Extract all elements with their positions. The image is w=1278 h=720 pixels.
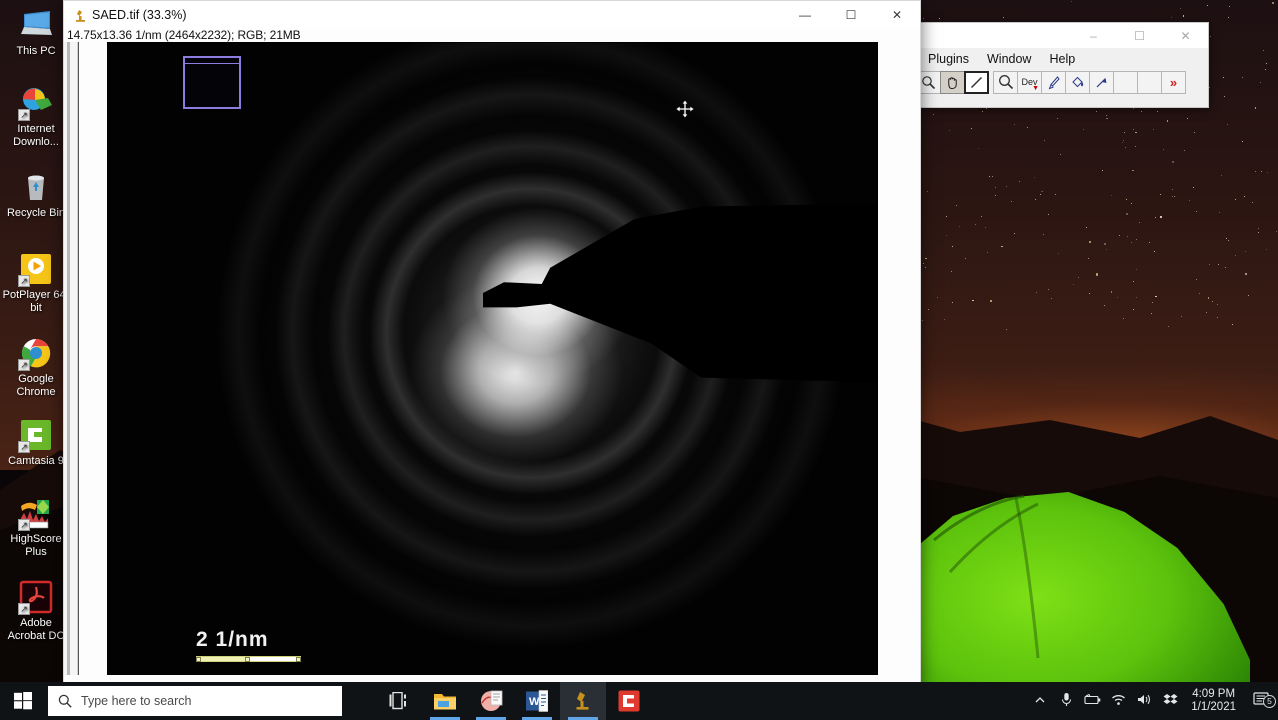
brush-tool[interactable] — [1041, 70, 1066, 94]
desktop-icon-potplayer[interactable]: ↗ PotPlayer 64-bit — [2, 252, 70, 315]
taskbar-highscore-plus-button[interactable] — [468, 682, 514, 720]
shortcut-arrow-icon: ↗ — [18, 359, 30, 371]
clock-time: 4:09 PM — [1192, 688, 1236, 700]
saed-vertical-scrollbar[interactable] — [64, 42, 78, 675]
shortcut-arrow-icon: ↗ — [18, 519, 30, 531]
taskbar-file-explorer-button[interactable] — [422, 682, 468, 720]
imagej-minimize-button[interactable]: – — [1071, 23, 1116, 49]
saed-close-button[interactable]: ✕ — [874, 1, 920, 29]
dropbox-icon[interactable] — [1157, 693, 1183, 710]
saed-minimize-button[interactable]: — — [782, 1, 828, 29]
desktop-icon-recycle-bin[interactable]: Recycle Bin — [2, 170, 70, 220]
desktop-icon-label: Google Chrome — [16, 373, 56, 398]
system-tray[interactable]: 4:09 PM 1/1/2021 5 — [1027, 682, 1278, 720]
internet-download-manager-icon: ↗ — [18, 86, 53, 121]
imagej-maximize-button[interactable]: ☐ — [1117, 23, 1162, 49]
desktop-icon-camtasia[interactable]: ↗ Camtasia 9 — [2, 418, 70, 468]
menu-window[interactable]: Window — [978, 52, 1040, 66]
notification-badge: 5 — [1263, 694, 1276, 708]
saed-titlebar[interactable]: SAED.tif (33.3%) — ☐ ✕ — [64, 1, 920, 29]
imagej-toolbar[interactable]: Dev ▼ » — [914, 69, 1208, 95]
start-button[interactable] — [0, 682, 46, 720]
scale-bar-handle-left[interactable] — [196, 656, 201, 662]
desktop-icon-label: This PC — [16, 45, 56, 57]
desktop-icon-label: Camtasia 9 — [8, 455, 64, 467]
blank-tool-2[interactable] — [1137, 70, 1162, 94]
imagej-main-window[interactable]: – ☐ ✕ Plugins Window Help Dev ▼ » — [913, 22, 1209, 108]
search-icon — [58, 694, 72, 708]
scale-bar-overlay[interactable]: 2 1/nm — [196, 628, 301, 662]
this-pc-icon — [19, 8, 53, 42]
desktop-icon-google-chrome[interactable]: ↗ Google Chrome — [2, 336, 70, 399]
saed-canvas-edge-line — [78, 42, 79, 675]
microphone-icon[interactable] — [1053, 692, 1079, 710]
scale-bar-handle-mid[interactable] — [245, 656, 250, 662]
more-tools-button[interactable]: » — [1161, 70, 1186, 94]
dev-tool-caret-icon: ▼ — [1032, 84, 1039, 92]
wallpaper-tent-poles — [933, 494, 1040, 659]
more-tools-label: » — [1169, 74, 1178, 90]
taskbar-task-view-button[interactable] — [376, 682, 422, 720]
taskbar[interactable]: Type here to search W 4:09 PM 1/1/2021 5 — [0, 682, 1278, 720]
saed-maximize-button[interactable]: ☐ — [828, 1, 874, 29]
desktop-icon-label: Recycle Bin — [6, 207, 66, 219]
search-box[interactable]: Type here to search — [48, 686, 342, 716]
wifi-icon[interactable] — [1105, 693, 1131, 709]
microscope-icon — [74, 8, 88, 23]
saed-image-canvas[interactable]: 2 1/nm — [107, 42, 878, 675]
clock[interactable]: 4:09 PM 1/1/2021 — [1183, 688, 1244, 714]
potplayer-icon: ↗ — [18, 252, 53, 287]
imagej-close-button[interactable]: ✕ — [1163, 23, 1208, 49]
desktop-icon-this-pc[interactable]: This PC — [2, 8, 70, 58]
desktop-icon-internet-download-manager[interactable]: ↗ Internet Downlo... — [2, 86, 70, 149]
show-hidden-icons-button[interactable] — [1027, 694, 1053, 709]
battery-icon[interactable] — [1079, 693, 1105, 709]
menu-plugins[interactable]: Plugins — [919, 52, 978, 66]
volume-icon[interactable] — [1131, 693, 1157, 709]
svg-text:W: W — [529, 696, 540, 708]
notifications-button[interactable]: 5 — [1244, 691, 1278, 711]
imagej-titlebar[interactable]: – ☐ ✕ — [914, 23, 1208, 49]
desktop-icon-label: PotPlayer 64-bit — [2, 289, 70, 314]
blank-tool-1[interactable] — [1113, 70, 1138, 94]
scale-bar-label: 2 1/nm — [196, 628, 269, 651]
acrobat-icon: ↗ — [18, 580, 53, 615]
hand-tool[interactable] — [940, 70, 965, 94]
saed-image-info: 14.75x13.36 1/nm (2464x2232); RGB; 21MB — [67, 28, 301, 42]
shortcut-arrow-icon: ↗ — [18, 603, 30, 615]
rectangular-roi-selection[interactable] — [183, 56, 241, 109]
desktop-icon-label: HighScore Plus — [10, 533, 62, 558]
taskbar-imagej-button[interactable] — [560, 682, 606, 720]
saed-window-title: SAED.tif (33.3%) — [92, 8, 187, 22]
search-input-placeholder[interactable]: Type here to search — [81, 694, 191, 708]
desktop-icon-adobe-acrobat[interactable]: ↗ Adobe Acrobat DC — [2, 580, 70, 643]
paint-bucket-tool[interactable] — [1065, 70, 1090, 94]
magnifier-tool[interactable] — [993, 70, 1018, 94]
scale-bar-line[interactable] — [196, 656, 301, 662]
scale-bar-tool[interactable] — [964, 70, 989, 94]
saed-scroll-thumb[interactable] — [67, 42, 70, 675]
shortcut-arrow-icon: ↗ — [18, 441, 30, 453]
desktop-icon-highscore-plus[interactable]: ↗ HighScore Plus — [2, 496, 70, 559]
chrome-icon: ↗ — [18, 336, 53, 371]
shortcut-arrow-icon: ↗ — [18, 109, 30, 121]
saed-image-window[interactable]: SAED.tif (33.3%) — ☐ ✕ 14.75x13.36 1/nm … — [63, 0, 921, 688]
highscore-plus-icon: ↗ — [18, 496, 53, 531]
shortcut-arrow-icon: ↗ — [18, 275, 30, 287]
dev-tool[interactable]: Dev ▼ — [1017, 70, 1042, 94]
arrow-tool[interactable] — [1089, 70, 1114, 94]
taskbar-word-button[interactable]: W — [514, 682, 560, 720]
recycle-bin-icon — [19, 170, 53, 204]
desktop-icon-label: Internet Downlo... — [13, 123, 59, 148]
scale-bar-handle-right[interactable] — [296, 656, 301, 662]
taskbar-camtasia-button[interactable] — [606, 682, 652, 720]
menu-help[interactable]: Help — [1040, 52, 1084, 66]
clock-date: 1/1/2021 — [1191, 701, 1236, 713]
camtasia-icon: ↗ — [18, 418, 53, 453]
imagej-menubar[interactable]: Plugins Window Help — [914, 49, 1208, 69]
desktop-icon-label: Adobe Acrobat DC — [7, 617, 65, 642]
